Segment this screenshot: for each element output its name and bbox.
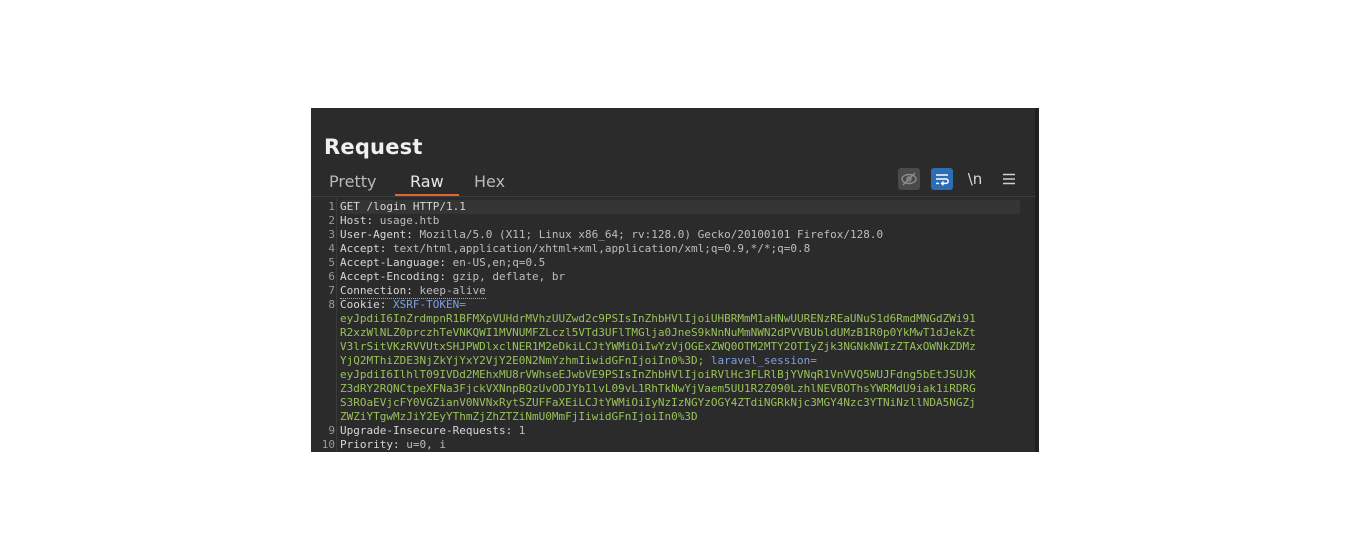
panel-title: Request <box>324 135 423 159</box>
header-value: keep-alive <box>412 284 486 297</box>
header-value: Mozilla/5.0 (X11; Linux x86_64; rv:128.0… <box>412 228 884 241</box>
header-line: Priority: u=0, i <box>340 438 446 452</box>
header-value: gzip, deflate, br <box>445 270 566 283</box>
hide-nonprinting-button[interactable] <box>898 168 920 190</box>
eye-off-icon <box>901 172 917 186</box>
header-name: Connection: <box>340 284 413 297</box>
header-name: Cookie: <box>340 298 387 311</box>
tab-hex[interactable]: Hex <box>474 172 505 191</box>
tab-pretty[interactable]: Pretty <box>329 172 376 191</box>
cookie-header-line: Cookie: XSRF-TOKEN= <box>340 298 466 312</box>
header-name: Upgrade-Insecure-Requests: <box>340 424 513 437</box>
line-number: 9 <box>328 424 335 437</box>
header-value: u=0, i <box>399 438 446 451</box>
cookie-value: YjQ2MThiZDE3NjZkYjYxY2VjY2E0N2NmYzhmIiwi… <box>340 354 705 367</box>
header-name: Accept-Encoding: <box>340 270 446 283</box>
show-newlines-button[interactable]: \n <box>964 168 986 190</box>
header-name: Accept-Language: <box>340 256 446 269</box>
line-number-gutter: 1 2 3 4 5 6 7 8 9 10 <box>311 198 335 452</box>
line-number: 1 <box>328 200 335 213</box>
cookie-name: XSRF-TOKEN= <box>392 298 466 311</box>
tab-divider <box>311 196 1035 197</box>
cookie-value-line: ZWZiYTgwMzJiY2EyYThmZjZhZTZiNmU0MmFjIiwi… <box>340 410 698 423</box>
cookie-value-line: R2xzWlNLZ0prczhTeVNKQWI1MVNUMFZLczl5VTd3… <box>340 326 976 339</box>
request-line: GET /login HTTP/1.1 <box>340 200 466 214</box>
header-line: Accept-Language: en-US,en;q=0.5 <box>340 256 545 270</box>
header-line: User-Agent: Mozilla/5.0 (X11; Linux x86_… <box>340 228 883 242</box>
line-number: 8 <box>328 298 335 311</box>
line-number: 6 <box>328 270 335 283</box>
header-name: Host: <box>340 214 374 227</box>
cookie-value-line: S3ROaEVjcFY0VGZianV0NVNxRytSZUFFaXEiLCJt… <box>340 396 976 409</box>
line-number: 5 <box>328 256 335 269</box>
line-number: 7 <box>328 284 335 297</box>
line-number: 2 <box>328 214 335 227</box>
cookie-value-line: V3lrSitVKzRVVUtxSHJPWDlxclNER1M2eDkiLCJt… <box>340 340 976 353</box>
header-line: Accept-Encoding: gzip, deflate, br <box>340 270 565 284</box>
request-method-line: GET /login HTTP/1.1 <box>340 200 466 213</box>
raw-editor[interactable]: 1 2 3 4 5 6 7 8 9 10 GET /login HTTP/1.1… <box>311 198 1035 452</box>
cookie-value-line: Z3dRY2RQNCtpeXFNa3FjckVXNnpBQzUvODJYb1lv… <box>340 382 976 395</box>
cookie-value-line: eyJpdiI6IlhlT09IVDd2MEhxMU8rVWhseEJwbVE9… <box>340 368 976 381</box>
header-value: usage.htb <box>373 214 440 227</box>
header-value <box>386 298 393 311</box>
cookie-value-line: eyJpdiI6InZrdmpnR1BFMXpVUHdrMVhzUUZwd2c9… <box>340 312 976 325</box>
header-line: Host: usage.htb <box>340 214 439 228</box>
line-number: 10 <box>321 438 335 451</box>
line-number: 3 <box>328 228 335 241</box>
cookie-value-line: YjQ2MThiZDE3NjZkYjYxY2VjY2E0N2NmYzhmIiwi… <box>340 354 817 368</box>
more-options-button[interactable] <box>998 168 1020 190</box>
wrap-icon <box>936 174 949 186</box>
menu-icon <box>1003 173 1015 185</box>
cookie-name: laravel_session= <box>710 354 817 367</box>
header-value: 1 <box>512 424 526 437</box>
panel-border <box>1035 108 1039 452</box>
word-wrap-button[interactable] <box>931 168 953 190</box>
header-line: Accept: text/html,application/xhtml+xml,… <box>340 242 810 256</box>
gutter-separator <box>336 198 337 452</box>
tab-raw[interactable]: Raw <box>410 172 444 191</box>
header-name: Priority: <box>340 438 400 451</box>
header-name: User-Agent: <box>340 228 413 241</box>
header-line: Connection: keep-alive <box>340 284 486 299</box>
header-value: text/html,application/xhtml+xml,applicat… <box>386 242 811 255</box>
header-name: Accept: <box>340 242 387 255</box>
newline-icon: \n <box>967 170 983 188</box>
header-value: en-US,en;q=0.5 <box>445 256 546 269</box>
header-line: Upgrade-Insecure-Requests: 1 <box>340 424 525 438</box>
line-number: 4 <box>328 242 335 255</box>
request-panel: Request Pretty Raw Hex \n 1 2 3 4 5 6 7 … <box>311 108 1039 452</box>
